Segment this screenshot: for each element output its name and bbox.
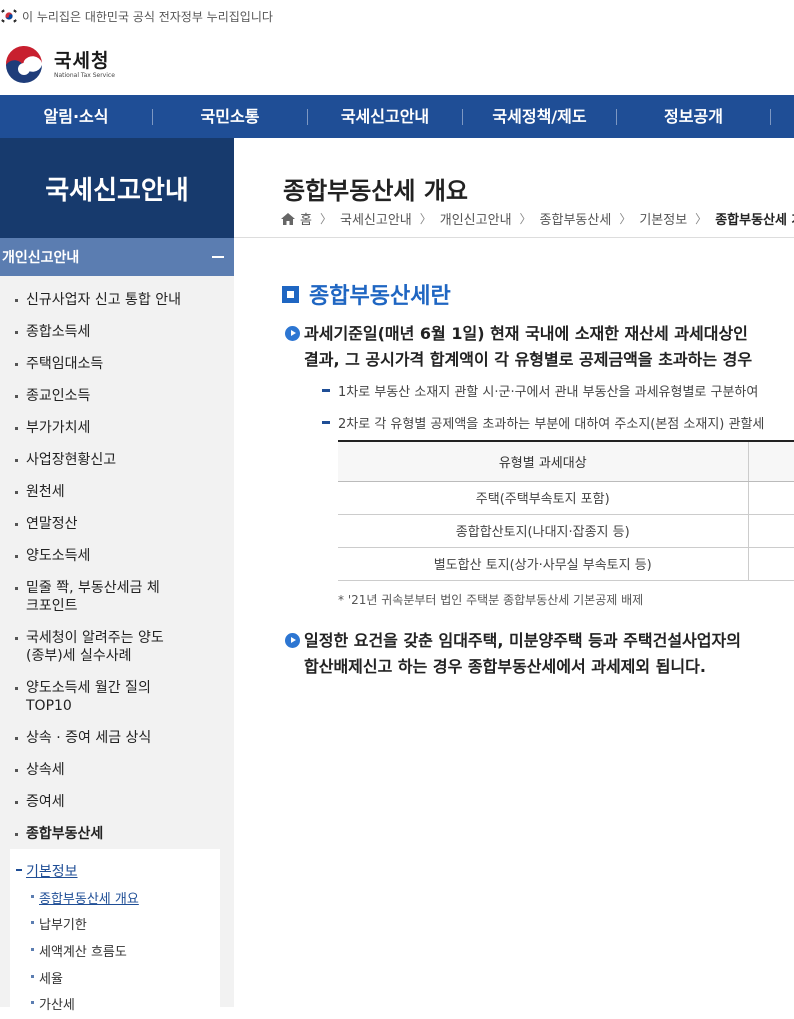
chevron-right-icon: 〉 — [695, 212, 708, 226]
gnb-item-disclosure[interactable]: 정보공개 — [617, 95, 770, 138]
divider — [234, 237, 794, 238]
sidebar-item-active[interactable]: 종합부동산세 — [0, 825, 234, 843]
arrow-circle-icon — [285, 633, 300, 648]
submenu-item[interactable]: 세액계산 흐름도 — [31, 941, 127, 960]
breadcrumb-item[interactable]: 기본정보 — [639, 209, 687, 228]
paragraph-2-line-2: 합산배제신고 하는 경우 종합부동산세에서 과세제외 됩니다. — [304, 657, 706, 676]
dash-item-1: 1차로 부동산 소재지 관할 시·군·구에서 관내 부동산을 과세유형별로 구분… — [321, 381, 758, 400]
sidebar-item[interactable]: 증여세 — [0, 793, 234, 811]
main-content: 종합부동산세 개요 홈 〉 국세신고안내 〉 개인신고안내 〉 종합부동산세 〉… — [234, 138, 794, 1007]
breadcrumb-item[interactable]: 개인신고안내 — [440, 209, 512, 228]
paragraph-2-line-1: 일정한 요건을 갖춘 임대주택, 미분양주택 등과 주택건설사업자의 — [304, 631, 741, 650]
chevron-right-icon: 〉 — [619, 212, 632, 226]
sidebar-title: 국세신고안내 — [0, 138, 234, 238]
section-heading: 종합부동산세란 — [282, 278, 451, 310]
breadcrumb-current: 종합부동산세 개요 — [715, 213, 794, 228]
sidebar-item[interactable]: 국세청이 알려주는 양도(종부)세 실수사례 — [0, 629, 180, 665]
breadcrumb: 홈 〉 국세신고안내 〉 개인신고안내 〉 종합부동산세 〉 기본정보 〉 종합… — [281, 209, 794, 228]
paragraph-1-line-2: 결과, 그 공시가격 합계액이 각 유형별로 공제금액을 초과하는 경우 — [304, 350, 753, 369]
sidebar-item[interactable]: 상속세 — [0, 761, 234, 779]
breadcrumb-item[interactable]: 국세신고안내 — [340, 209, 412, 228]
submenu-heading[interactable]: 기본정보 — [16, 861, 78, 881]
arrow-circle-icon — [285, 326, 300, 341]
sidebar-item[interactable]: 사업장현황신고 — [0, 451, 234, 469]
sidebar-item[interactable]: 상속 · 증여 세금 상식 — [0, 729, 234, 747]
page-title: 종합부동산세 개요 — [283, 177, 468, 205]
taxation-target-table: 유형별 과세대상 주택(주택부속토지 포함) 종합합산토지(나대지·잡종지 등)… — [338, 440, 794, 581]
chevron-right-icon: 〉 — [519, 212, 532, 226]
submenu-item[interactable]: 세율 — [31, 968, 63, 987]
table-cell — [748, 547, 794, 581]
sidebar-item[interactable]: 연말정산 — [0, 515, 234, 533]
paragraph-1-line-1: 과세기준일(매년 6월 1일) 현재 국내에 소재한 재산세 과세대상인 — [304, 324, 748, 343]
breadcrumb-item[interactable]: 종합부동산세 — [540, 209, 612, 228]
submenu-item[interactable]: 납부기한 — [31, 914, 87, 933]
gnb-item-communication[interactable]: 국민소통 — [153, 95, 307, 138]
table-row: 별도합산 토지(상가·사무실 부속토지 등) — [338, 547, 794, 581]
logo-subtitle: National Tax Service — [54, 72, 115, 79]
gov-banner: 이 누리집은 대한민국 공식 전자정부 누리집입니다 — [0, 0, 794, 32]
sidebar-item[interactable]: 부가가치세 — [0, 419, 234, 437]
sidebar-item[interactable]: 원천세 — [0, 483, 234, 501]
gnb-item-tax-filing[interactable]: 국세신고안내 — [308, 95, 462, 138]
sidebar-menu: 신규사업자 신고 통합 안내 종합소득세 주택임대소득 종교인소득 부가가치세 … — [0, 276, 234, 843]
sidebar-item[interactable]: 주택임대소득 — [0, 355, 234, 373]
table-header — [748, 440, 794, 482]
square-bullet-icon — [282, 285, 299, 303]
paragraph-1: 과세기준일(매년 6월 1일) 현재 국내에 소재한 재산세 과세대상인 결과,… — [285, 321, 753, 373]
section-heading-text: 종합부동산세란 — [309, 284, 451, 309]
sidebar-item[interactable]: 종합소득세 — [0, 323, 234, 341]
sidebar-section-label: 개인신고안내 — [2, 250, 80, 266]
table-cell — [748, 481, 794, 515]
sidebar-item[interactable]: 양도소득세 월간 질의 TOP10 — [0, 679, 170, 715]
dash-item-2: 2차로 각 유형별 공제액을 초과하는 부분에 대하여 주소지(본점 소재지) … — [321, 413, 764, 432]
chevron-right-icon: 〉 — [419, 212, 432, 226]
logo-title: 국세청 — [54, 50, 110, 72]
home-icon — [281, 212, 295, 225]
gnb-item-news[interactable]: 알림·소식 — [0, 95, 152, 138]
table-header: 유형별 과세대상 — [338, 440, 749, 482]
table-cell: 종합합산토지(나대지·잡종지 등) — [338, 514, 749, 548]
sidebar-section-toggle[interactable]: 개인신고안내 — [0, 238, 234, 276]
sidebar-submenu: 기본정보 종합부동산세 개요 납부기한 세액계산 흐름도 세율 가산세 — [10, 849, 220, 1019]
collapse-minus-icon — [212, 256, 224, 258]
table-cell: 별도합산 토지(상가·사무실 부속토지 등) — [338, 547, 749, 581]
submenu-item[interactable]: 가산세 — [31, 994, 75, 1013]
table-footnote: * '21년 귀속분부터 법인 주택분 종합부동산세 기본공제 배제 — [338, 593, 644, 607]
gnb-divider — [770, 108, 771, 125]
table-row: 주택(주택부속토지 포함) — [338, 481, 794, 515]
sidebar-item[interactable]: 밑줄 쫙, 부동산세금 체크포인트 — [0, 579, 160, 615]
table-cell — [748, 514, 794, 548]
sidebar-item[interactable]: 종교인소득 — [0, 387, 234, 405]
gnb-item-tax-policy[interactable]: 국세정책/제도 — [463, 95, 616, 138]
sidebar-item[interactable]: 신규사업자 신고 통합 안내 — [0, 291, 234, 309]
table-row: 종합합산토지(나대지·잡종지 등) — [338, 514, 794, 548]
sidebar-item[interactable]: 양도소득세 — [0, 547, 234, 565]
global-nav: 알림·소식 국민소통 국세신고안내 국세정책/제도 정보공개 — [0, 95, 794, 138]
paragraph-2: 일정한 요건을 갖춘 임대주택, 미분양주택 등과 주택건설사업자의 합산배제신… — [285, 628, 741, 680]
breadcrumb-home[interactable]: 홈 — [300, 209, 312, 228]
taegukgi-flag-icon — [0, 9, 18, 23]
submenu-item-current[interactable]: 종합부동산세 개요 — [31, 888, 139, 907]
chevron-right-icon: 〉 — [319, 212, 332, 226]
gov-banner-text: 이 누리집은 대한민국 공식 전자정부 누리집입니다 — [22, 9, 273, 24]
nts-emblem-icon — [3, 44, 45, 86]
table-cell: 주택(주택부속토지 포함) — [338, 481, 749, 515]
sidebar: 국세신고안내 개인신고안내 신규사업자 신고 통합 안내 종합소득세 주택임대소… — [0, 138, 234, 1019]
nts-logo[interactable]: 국세청 National Tax Service — [0, 40, 115, 90]
